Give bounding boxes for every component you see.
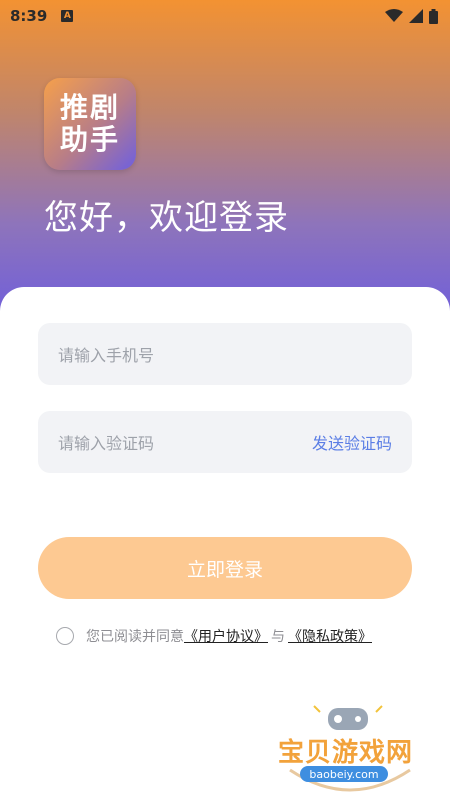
- agreement-connector: 与: [271, 629, 285, 645]
- status-bar: 8:39 A: [0, 0, 450, 32]
- agreement-prefix: 您已阅读并同意: [86, 629, 184, 645]
- watermark: 宝贝游戏网 baobeiy.com: [270, 700, 430, 800]
- wifi-icon: [385, 9, 403, 22]
- signal-icon: [409, 9, 423, 23]
- app-logo: 推剧 助手: [44, 78, 136, 170]
- phone-placeholder: 请输入手机号: [58, 346, 155, 365]
- welcome-title: 您好，欢迎登录: [44, 198, 289, 238]
- watermark-url: baobeiy.com: [300, 766, 388, 782]
- login-button[interactable]: 立即登录: [38, 537, 412, 599]
- user-agreement-link[interactable]: 《用户协议》: [184, 626, 268, 646]
- notification-icon: A: [61, 10, 74, 22]
- battery-icon: [429, 8, 438, 24]
- status-time: 8:39: [10, 7, 48, 25]
- watermark-text: 宝贝游戏网: [278, 738, 414, 768]
- agreement-row: 您已阅读并同意 《用户协议》 与 《隐私政策》: [56, 625, 372, 647]
- logo-line1: 推剧: [59, 91, 120, 124]
- phone-input[interactable]: 请输入手机号: [38, 323, 412, 385]
- header-gradient: 8:39 A 推剧 助手 您好，欢迎登录: [0, 0, 450, 320]
- logo-line2: 助手: [59, 123, 120, 156]
- send-code-button[interactable]: 发送验证码: [312, 430, 392, 454]
- status-icons: [385, 8, 438, 24]
- privacy-policy-link[interactable]: 《隐私政策》: [288, 626, 372, 646]
- code-placeholder: 请输入验证码: [58, 434, 155, 453]
- agree-radio[interactable]: [56, 627, 74, 645]
- code-input[interactable]: 请输入验证码 发送验证码: [38, 411, 412, 473]
